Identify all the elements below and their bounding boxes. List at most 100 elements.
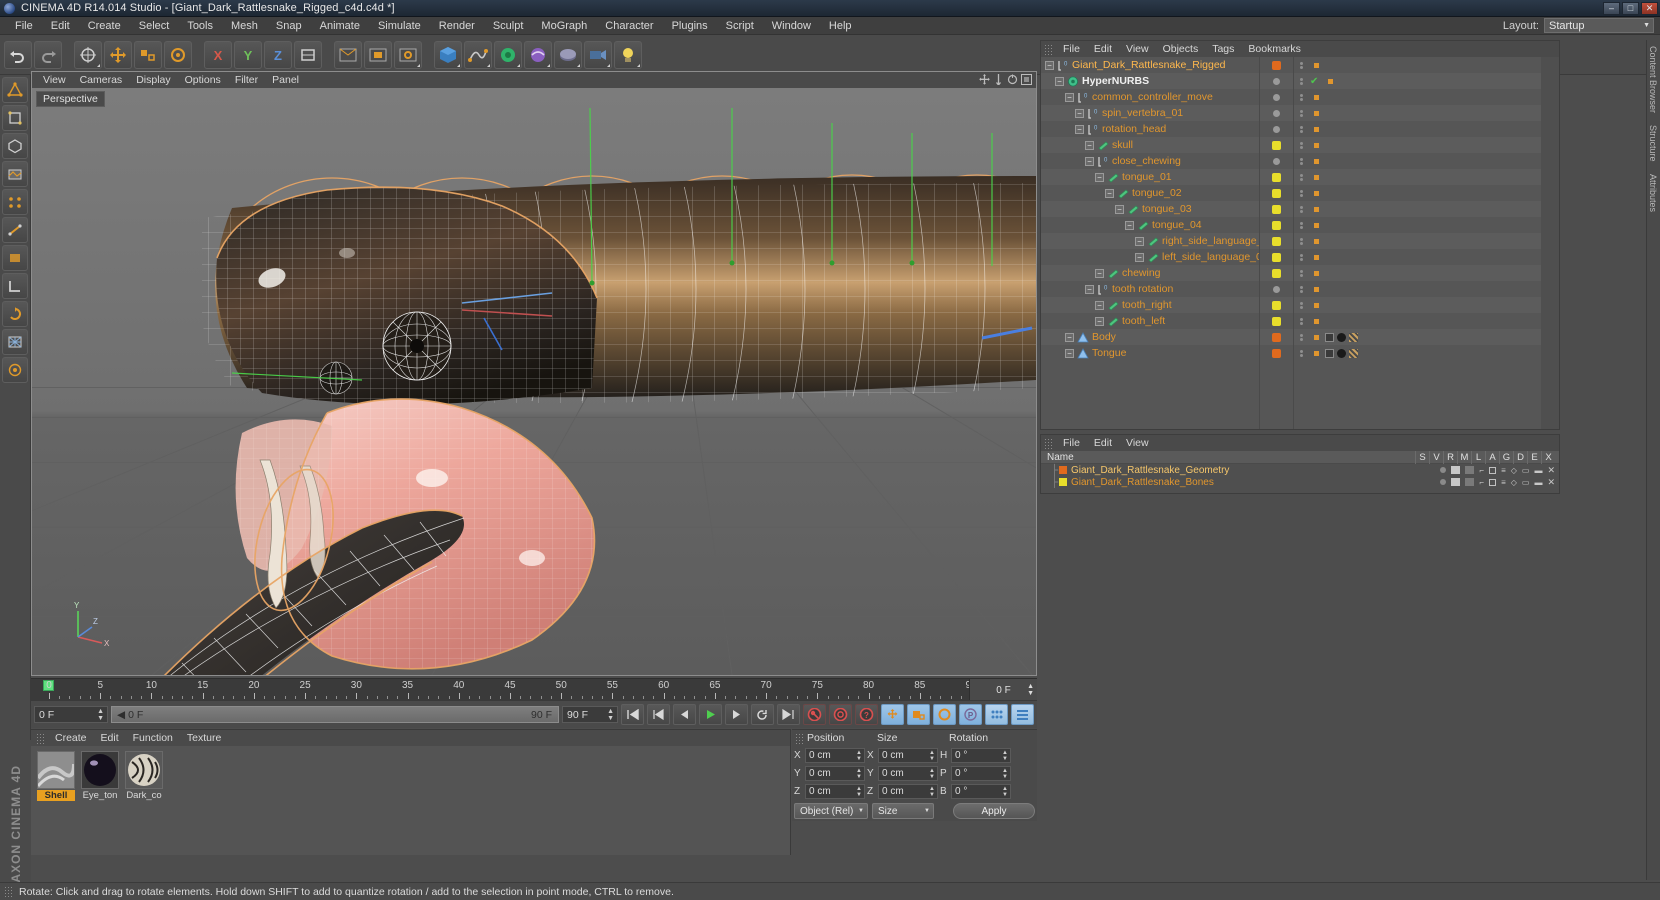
object-tag-cell[interactable] — [1260, 121, 1293, 137]
visibility-dots-icon[interactable] — [1298, 333, 1304, 342]
object-tag-dot[interactable] — [1272, 221, 1281, 230]
expand-collapse-icon[interactable]: − — [1135, 253, 1144, 262]
object-visibility-cell[interactable] — [1294, 169, 1541, 185]
redo-button[interactable] — [34, 41, 62, 69]
object-tree-row[interactable]: −0rotation_head — [1041, 121, 1259, 137]
material-menu-texture[interactable]: Texture — [180, 730, 228, 746]
object-tag-cell[interactable] — [1260, 185, 1293, 201]
object-tag-cell[interactable] — [1260, 281, 1293, 297]
timeline-ruler[interactable]: 051015202530354045505560657075808590 0 F… — [31, 678, 1037, 700]
expand-collapse-icon[interactable]: − — [1075, 125, 1084, 134]
object-tag-cell[interactable] — [1260, 265, 1293, 281]
viewport-menu-panel[interactable]: Panel — [265, 72, 306, 88]
layer-flag-header[interactable]: V — [1429, 451, 1443, 464]
object-visibility-cell[interactable] — [1294, 217, 1541, 233]
stepper-icon[interactable]: ▲▼ — [1002, 768, 1008, 780]
object-tree-row[interactable]: −tongue_02 — [1041, 185, 1259, 201]
stepper-icon[interactable]: ▲▼ — [1027, 683, 1034, 697]
object-menu-tags[interactable]: Tags — [1205, 41, 1241, 57]
object-visibility-cell[interactable] — [1294, 185, 1541, 201]
maximize-button[interactable]: □ — [1622, 2, 1639, 15]
tab-structure[interactable]: Structure — [1647, 119, 1659, 168]
apply-button[interactable]: Apply — [953, 803, 1035, 819]
object-tag-cell[interactable] — [1260, 153, 1293, 169]
object-tag-cell[interactable] — [1260, 57, 1293, 73]
object-menu-file[interactable]: File — [1056, 41, 1087, 57]
object-visibility-cell[interactable] — [1294, 345, 1541, 361]
object-tag-cell[interactable] — [1260, 345, 1293, 361]
coordinate-mode-dropdown[interactable]: Object (Rel) ▼ — [794, 803, 868, 819]
record-rotation-button[interactable] — [933, 704, 956, 725]
add-generator-button[interactable] — [494, 41, 522, 69]
viewport-menu-options[interactable]: Options — [178, 72, 228, 88]
object-tree-row[interactable]: −tongue_04 — [1041, 217, 1259, 233]
viewport-menu-filter[interactable]: Filter — [228, 72, 265, 88]
object-tree-row[interactable]: −Body — [1041, 329, 1259, 345]
expand-collapse-icon[interactable]: − — [1045, 61, 1054, 70]
layer-flag-icons[interactable]: ⌐≡◇▭▬✕ — [1440, 477, 1555, 488]
stepper-icon[interactable]: ▲▼ — [856, 786, 862, 798]
menu-script[interactable]: Script — [717, 17, 763, 35]
visibility-dots-icon[interactable] — [1298, 349, 1304, 358]
visibility-dots-icon[interactable] — [1298, 61, 1304, 70]
layer-flag-header[interactable]: M — [1457, 451, 1471, 464]
object-visibility-cell[interactable]: ✔ — [1294, 73, 1541, 89]
keyframe-bars-button[interactable] — [1011, 704, 1034, 725]
current-frame-input[interactable]: 0 F ▲▼ — [34, 706, 108, 723]
object-extra-tags[interactable] — [1325, 333, 1358, 342]
object-tag-cell[interactable] — [1260, 297, 1293, 313]
visibility-dots-icon[interactable] — [1298, 93, 1304, 102]
expand-collapse-icon[interactable]: − — [1095, 301, 1104, 310]
add-environment-button[interactable] — [554, 41, 582, 69]
go-to-start-button[interactable] — [621, 704, 644, 725]
position-y-input[interactable]: 0 cm▲▼ — [805, 766, 865, 781]
object-tag-cell[interactable] — [1260, 201, 1293, 217]
object-extra-tags[interactable] — [1325, 349, 1358, 358]
object-tree-row[interactable]: −0Giant_Dark_Rattlesnake_Rigged — [1041, 57, 1259, 73]
tool-workplane[interactable] — [2, 357, 28, 383]
menu-window[interactable]: Window — [763, 17, 820, 35]
visibility-dots-icon[interactable] — [1298, 221, 1304, 230]
stepper-icon[interactable]: ▲▼ — [856, 750, 862, 762]
object-visibility-cell[interactable] — [1294, 265, 1541, 281]
loop-button[interactable] — [751, 704, 774, 725]
object-tag-dot[interactable] — [1272, 141, 1281, 150]
expand-collapse-icon[interactable]: − — [1125, 221, 1134, 230]
expand-collapse-icon[interactable]: − — [1085, 157, 1094, 166]
object-visibility-cell[interactable] — [1294, 89, 1541, 105]
material-item[interactable]: Shell — [37, 751, 75, 850]
layer-flag-header[interactable]: L — [1471, 451, 1485, 464]
object-tag-dot[interactable] — [1272, 189, 1281, 198]
stepper-icon[interactable]: ▲▼ — [929, 750, 935, 762]
render-settings-button[interactable] — [394, 41, 422, 69]
add-light-button[interactable] — [614, 41, 642, 69]
object-tag-dot[interactable] — [1272, 269, 1281, 278]
object-visibility-cell[interactable] — [1294, 201, 1541, 217]
record-position-button[interactable] — [881, 704, 904, 725]
menu-tools[interactable]: Tools — [178, 17, 222, 35]
stepper-icon[interactable]: ▲▼ — [856, 768, 862, 780]
expand-collapse-icon[interactable]: − — [1105, 189, 1114, 198]
layer-flag-header[interactable]: D — [1513, 451, 1527, 464]
object-tag-dot[interactable] — [1272, 205, 1281, 214]
object-tree-row[interactable]: −left_side_language_03 — [1041, 249, 1259, 265]
object-tree-row[interactable]: −0close_chewing — [1041, 153, 1259, 169]
layer-flag-header[interactable]: X — [1541, 451, 1555, 464]
menu-snap[interactable]: Snap — [267, 17, 311, 35]
undo-button[interactable] — [4, 41, 32, 69]
material-menu-create[interactable]: Create — [48, 730, 94, 746]
menu-create[interactable]: Create — [79, 17, 130, 35]
tool-model-mode[interactable] — [2, 105, 28, 131]
add-deformer-button[interactable] — [524, 41, 552, 69]
stepper-icon[interactable]: ▲▼ — [929, 786, 935, 798]
lock-z-axis-button[interactable]: Z — [264, 41, 292, 69]
object-tag-cell[interactable] — [1260, 137, 1293, 153]
visibility-dots-icon[interactable] — [1298, 285, 1304, 294]
rotation-p-input[interactable]: 0 °▲▼ — [951, 766, 1011, 781]
object-tag-cell[interactable] — [1260, 105, 1293, 121]
live-selection-tool[interactable] — [74, 41, 102, 69]
size-x-input[interactable]: 0 cm▲▼ — [878, 748, 938, 763]
record-scale-button[interactable] — [907, 704, 930, 725]
tool-texture-mode[interactable] — [2, 161, 28, 187]
previous-keyframe-button[interactable] — [647, 704, 670, 725]
